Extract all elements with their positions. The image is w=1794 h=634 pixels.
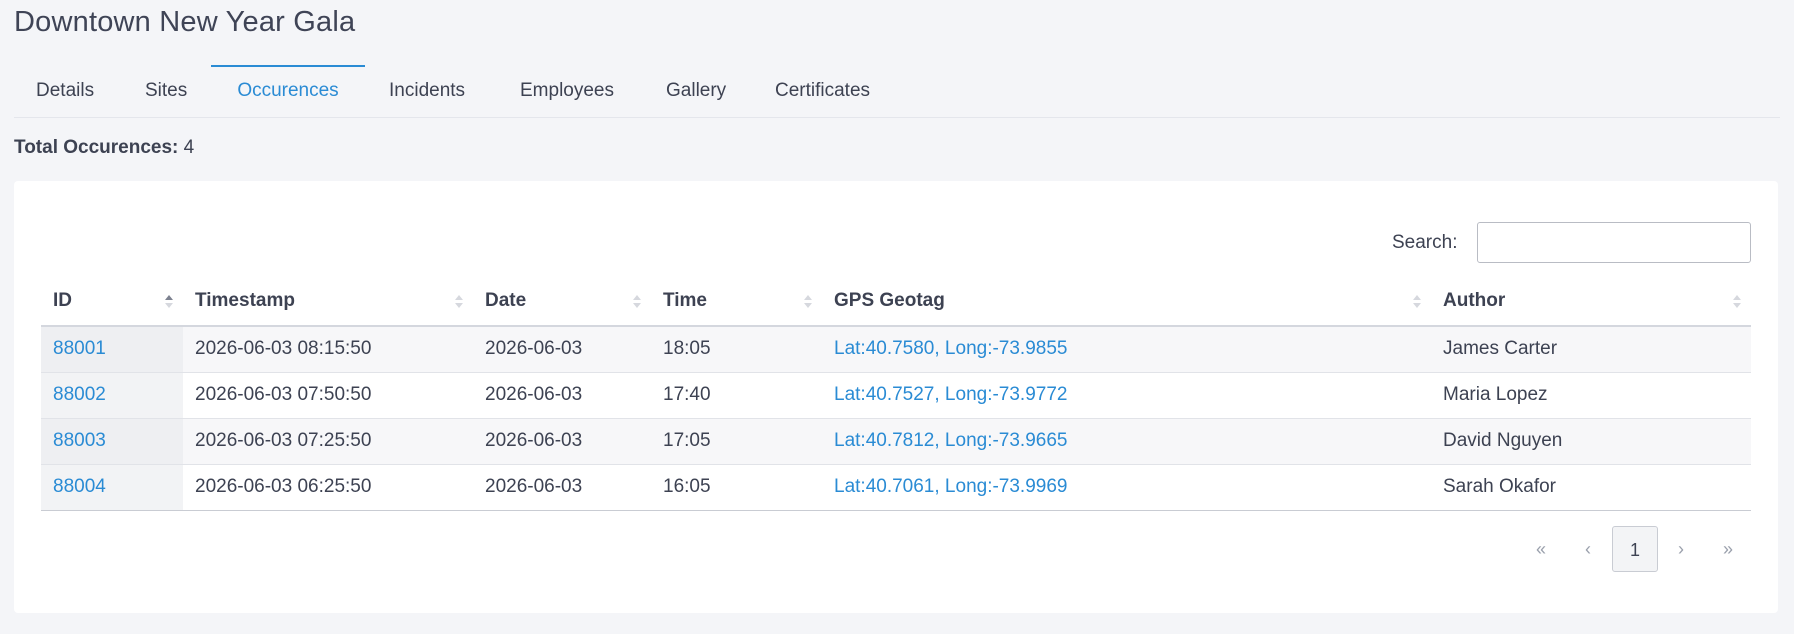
cell-author: James Carter — [1431, 326, 1751, 373]
tab-details[interactable]: Details — [36, 66, 94, 118]
pagination: « ‹ 1 › » — [1520, 526, 1751, 572]
tab-certificates[interactable]: Certificates — [775, 66, 870, 118]
occurence-id-link[interactable]: 88002 — [53, 384, 106, 405]
tab-occurences[interactable]: Occurences — [211, 65, 365, 117]
column-header-gps-geotag[interactable]: GPS Geotag — [822, 277, 1431, 327]
table-row: 88003 2026-06-03 07:25:50 2026-06-03 17:… — [41, 418, 1751, 465]
tab-sites[interactable]: Sites — [145, 66, 187, 118]
cell-date: 2026-06-03 — [473, 464, 651, 511]
cell-author: Sarah Okafor — [1431, 464, 1751, 511]
cell-timestamp: 2026-06-03 06:25:50 — [183, 464, 473, 511]
cell-date: 2026-06-03 — [473, 326, 651, 373]
page: Downtown New Year Gala Details Sites Occ… — [0, 0, 1794, 634]
sort-icon — [1413, 294, 1421, 310]
column-header-time[interactable]: Time — [651, 277, 822, 327]
column-header-label: Timestamp — [195, 290, 295, 311]
tab-employees[interactable]: Employees — [520, 66, 614, 118]
gps-geotag-link[interactable]: Lat:40.7812, Long:-73.9665 — [834, 430, 1067, 451]
page-title: Downtown New Year Gala — [14, 6, 356, 38]
column-header-label: Date — [485, 290, 527, 311]
cell-timestamp: 2026-06-03 08:15:50 — [183, 326, 473, 373]
pagination-prev-button[interactable]: ‹ — [1567, 526, 1609, 572]
pagination-page-button[interactable]: 1 — [1612, 526, 1658, 572]
column-header-label: ID — [53, 290, 72, 311]
table-row: 88001 2026-06-03 08:15:50 2026-06-03 18:… — [41, 326, 1751, 373]
cell-date: 2026-06-03 — [473, 418, 651, 465]
gps-geotag-link[interactable]: Lat:40.7061, Long:-73.9969 — [834, 476, 1067, 497]
table-row: 88002 2026-06-03 07:50:50 2026-06-03 17:… — [41, 372, 1751, 419]
total-occurences: Total Occurences: 4 — [14, 137, 194, 159]
cell-id: 88002 — [41, 372, 183, 419]
cell-gps: Lat:40.7527, Long:-73.9772 — [822, 372, 1431, 419]
cell-id: 88004 — [41, 464, 183, 511]
sort-icon — [633, 294, 641, 310]
sort-icon — [1733, 294, 1741, 310]
cell-timestamp: 2026-06-03 07:25:50 — [183, 418, 473, 465]
tab-gallery[interactable]: Gallery — [666, 66, 726, 118]
pagination-first-button[interactable]: « — [1520, 526, 1562, 572]
cell-gps: Lat:40.7580, Long:-73.9855 — [822, 326, 1431, 373]
cell-time: 17:40 — [651, 372, 822, 419]
pagination-next-button[interactable]: › — [1660, 526, 1702, 572]
cell-time: 16:05 — [651, 464, 822, 511]
occurence-id-link[interactable]: 88003 — [53, 430, 106, 451]
table-header-row: ID Timestamp Date Time GPS Geotag Author — [41, 277, 1751, 327]
gps-geotag-link[interactable]: Lat:40.7580, Long:-73.9855 — [834, 338, 1067, 359]
column-header-label: Time — [663, 290, 708, 311]
column-header-label: GPS Geotag — [834, 290, 945, 311]
tab-bar: Details Sites Occurences Incidents Emplo… — [14, 65, 1780, 118]
search-label: Search: — [1392, 232, 1458, 253]
gps-geotag-link[interactable]: Lat:40.7527, Long:-73.9772 — [834, 384, 1067, 405]
total-occurences-value: 4 — [183, 137, 195, 158]
column-header-timestamp[interactable]: Timestamp — [183, 277, 473, 327]
tab-incidents[interactable]: Incidents — [389, 66, 465, 118]
cell-gps: Lat:40.7061, Long:-73.9969 — [822, 464, 1431, 511]
occurence-id-link[interactable]: 88001 — [53, 338, 106, 359]
column-header-label: Author — [1443, 290, 1506, 311]
cell-date: 2026-06-03 — [473, 372, 651, 419]
column-header-author[interactable]: Author — [1431, 277, 1751, 327]
pagination-last-button[interactable]: » — [1707, 526, 1749, 572]
search-input[interactable] — [1477, 222, 1751, 263]
cell-timestamp: 2026-06-03 07:50:50 — [183, 372, 473, 419]
cell-time: 17:05 — [651, 418, 822, 465]
column-header-date[interactable]: Date — [473, 277, 651, 327]
cell-gps: Lat:40.7812, Long:-73.9665 — [822, 418, 1431, 465]
total-occurences-label: Total Occurences: — [14, 137, 179, 158]
sort-icon — [804, 294, 812, 310]
column-header-id[interactable]: ID — [41, 277, 183, 327]
sort-ascending-icon — [165, 294, 173, 310]
cell-id: 88003 — [41, 418, 183, 465]
table-row: 88004 2026-06-03 06:25:50 2026-06-03 16:… — [41, 464, 1751, 511]
occurence-id-link[interactable]: 88004 — [53, 476, 106, 497]
cell-id: 88001 — [41, 326, 183, 373]
sort-icon — [455, 294, 463, 310]
cell-author: David Nguyen — [1431, 418, 1751, 465]
occurences-table: ID Timestamp Date Time GPS Geotag Author… — [41, 277, 1751, 511]
cell-time: 18:05 — [651, 326, 822, 373]
cell-author: Maria Lopez — [1431, 372, 1751, 419]
